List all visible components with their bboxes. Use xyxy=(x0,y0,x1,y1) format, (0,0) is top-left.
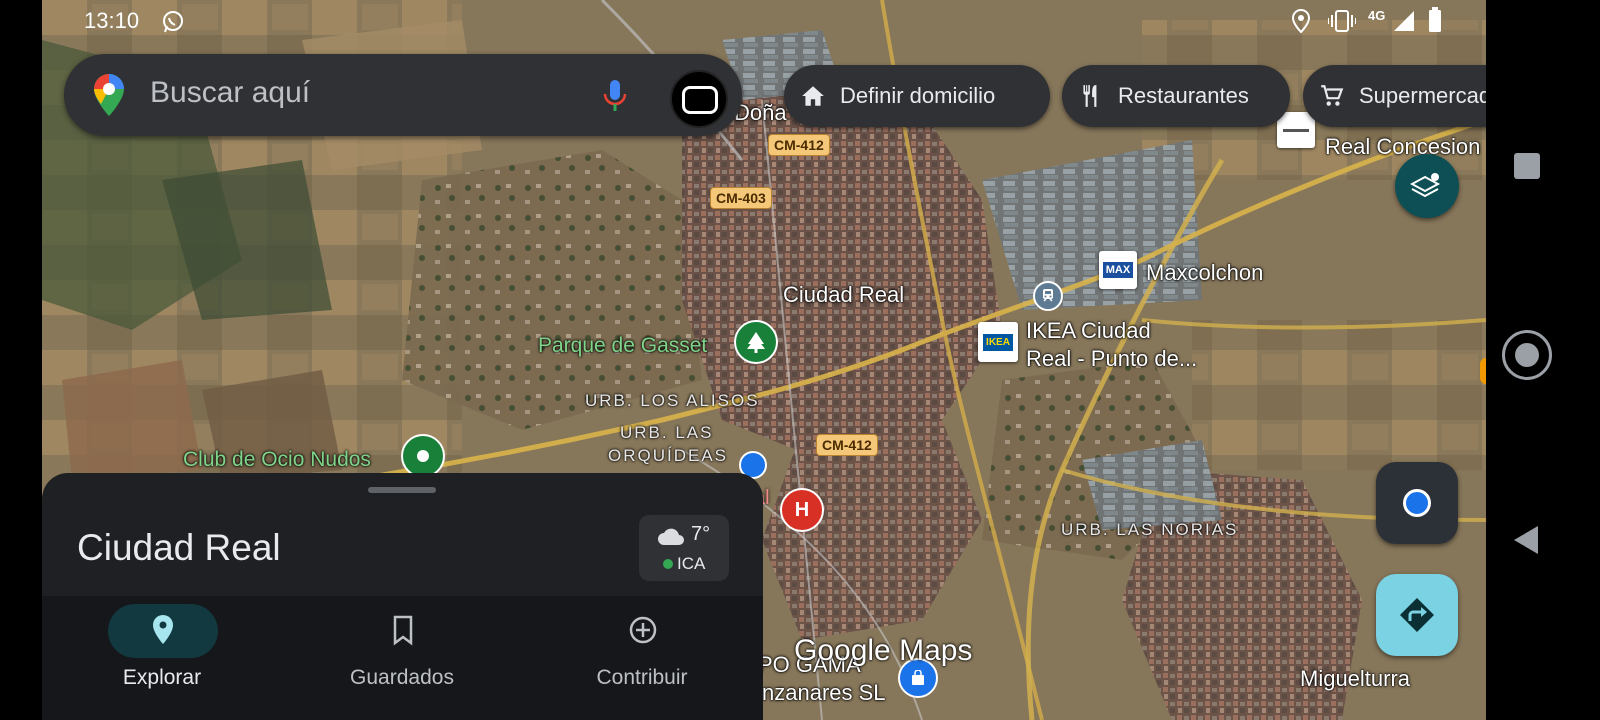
map-label-miguelturra[interactable]: Miguelturra xyxy=(1300,666,1410,692)
nav-contribuir[interactable]: Contribuir xyxy=(522,596,762,720)
my-location-button[interactable] xyxy=(1376,462,1458,544)
nav-label: Contribuir xyxy=(596,666,688,689)
recents-button[interactable] xyxy=(1514,153,1540,179)
chip-label: Supermercados xyxy=(1359,83,1486,108)
map-label-urb-las: URB. LAS xyxy=(620,423,714,442)
add-circle-icon xyxy=(629,616,657,644)
cart-icon xyxy=(1321,85,1344,106)
map-label-ikea-1[interactable]: IKEA Ciudad xyxy=(1026,318,1151,344)
status-bar: 13:10 4G xyxy=(42,0,1486,42)
road-shield-cm403: CM-403 xyxy=(710,187,772,209)
chip-definir-domicilio[interactable]: Definir domicilio xyxy=(784,65,1050,127)
back-button[interactable] xyxy=(1512,524,1540,556)
map-label-manzanares: nzanares SL xyxy=(762,680,886,705)
chip-supermercados[interactable]: Supermercados xyxy=(1303,65,1486,127)
sheet-drag-handle[interactable] xyxy=(368,487,436,493)
map-label-ikea-2[interactable]: Real - Punto de... xyxy=(1026,346,1197,372)
avatar-icon xyxy=(682,86,718,114)
home-icon xyxy=(802,86,824,106)
signal-icon xyxy=(1394,11,1414,31)
google-maps-logo xyxy=(94,74,124,116)
ikea-logo[interactable]: IKEA xyxy=(978,322,1018,362)
bookmark-icon xyxy=(393,615,413,646)
map-label-maxcolchon[interactable]: Maxcolchon xyxy=(1146,260,1263,286)
map-label-parque-de-gasset[interactable]: Parque de Gasset xyxy=(538,334,707,358)
map-label-dona[interactable]: Doña xyxy=(734,100,787,126)
air-quality-dot xyxy=(663,559,673,569)
whatsapp-icon xyxy=(163,11,183,33)
nav-explorar[interactable]: Explorar xyxy=(42,596,282,720)
search-input[interactable]: Buscar aquí xyxy=(150,76,310,110)
chip-label: Restaurantes xyxy=(1118,83,1249,108)
map-label-orquideas: ORQUÍDEAS xyxy=(608,446,729,465)
dot-icon xyxy=(417,450,429,462)
chip-restaurantes[interactable]: Restaurantes xyxy=(1062,65,1290,127)
home-button-dot xyxy=(1515,343,1539,367)
location-icon xyxy=(1291,8,1311,34)
network-type: 4G xyxy=(1368,8,1386,23)
bottom-sheet[interactable]: Ciudad Real 7° ICA Explorar Guardados Co… xyxy=(42,473,763,720)
club-pin[interactable] xyxy=(401,434,445,478)
mic-icon[interactable] xyxy=(602,78,628,114)
place-name: Ciudad Real xyxy=(77,527,281,568)
layers-button[interactable] xyxy=(1395,154,1459,218)
map-label-urb-los-alisos: URB. LOS ALISOS xyxy=(585,391,760,410)
android-nav-bar xyxy=(1486,0,1600,720)
account-avatar[interactable] xyxy=(670,70,728,128)
road-shield-cm412-north: CM-412 xyxy=(768,134,830,156)
dealer-logo[interactable] xyxy=(1277,112,1315,148)
park-pin[interactable] xyxy=(734,320,778,364)
battery-icon xyxy=(1429,7,1441,32)
status-time: 13:10 xyxy=(84,8,140,33)
chip-label: Definir domicilio xyxy=(840,83,996,108)
google-maps-watermark: Google Maps xyxy=(794,634,973,667)
map-label-club-de-ocio-nudos[interactable]: Club de Ocio Nudos xyxy=(183,448,371,472)
air-quality-label: ICA xyxy=(677,554,706,573)
road-shield-cm412-south: CM-412 xyxy=(816,434,878,456)
nav-guardados[interactable]: Guardados xyxy=(282,596,522,720)
train-icon xyxy=(1043,289,1053,302)
location-dot-icon xyxy=(1403,489,1431,517)
nav-label: Guardados xyxy=(350,666,454,689)
maxcolchon-logo[interactable]: MAX xyxy=(1099,251,1137,289)
layers-icon xyxy=(1410,173,1441,198)
home-button[interactable] xyxy=(1502,330,1552,380)
directions-button[interactable] xyxy=(1376,574,1458,656)
map-label-ciudad-real[interactable]: Ciudad Real xyxy=(783,282,904,308)
cloud-icon xyxy=(658,528,684,545)
search-bar[interactable]: Buscar aquí xyxy=(64,54,742,136)
explore-pin-icon xyxy=(153,615,173,644)
nav-label: Explorar xyxy=(122,666,202,689)
phone-screen: Doña CM-412 CM-403 CM-412 Ciudad Real Pa… xyxy=(42,0,1486,720)
bottom-navigation: Explorar Guardados Contribuir xyxy=(42,596,763,720)
hospital-pin[interactable]: H xyxy=(780,488,824,532)
directions-icon xyxy=(1400,598,1434,632)
map-label-urb-las-norias: URB. LAS NORIAS xyxy=(1061,520,1239,539)
weather-widget[interactable]: 7° ICA xyxy=(639,515,729,581)
restaurant-icon xyxy=(1083,85,1097,107)
vibrate-icon xyxy=(1328,10,1356,32)
shopping-bag-icon xyxy=(912,670,924,685)
tree-icon xyxy=(747,332,765,353)
map-label-real-concesion[interactable]: Real Concesion xyxy=(1325,134,1480,160)
temperature: 7° xyxy=(691,523,711,545)
hospital-h-icon: H xyxy=(794,498,810,521)
train-station-pin[interactable] xyxy=(1033,281,1063,311)
